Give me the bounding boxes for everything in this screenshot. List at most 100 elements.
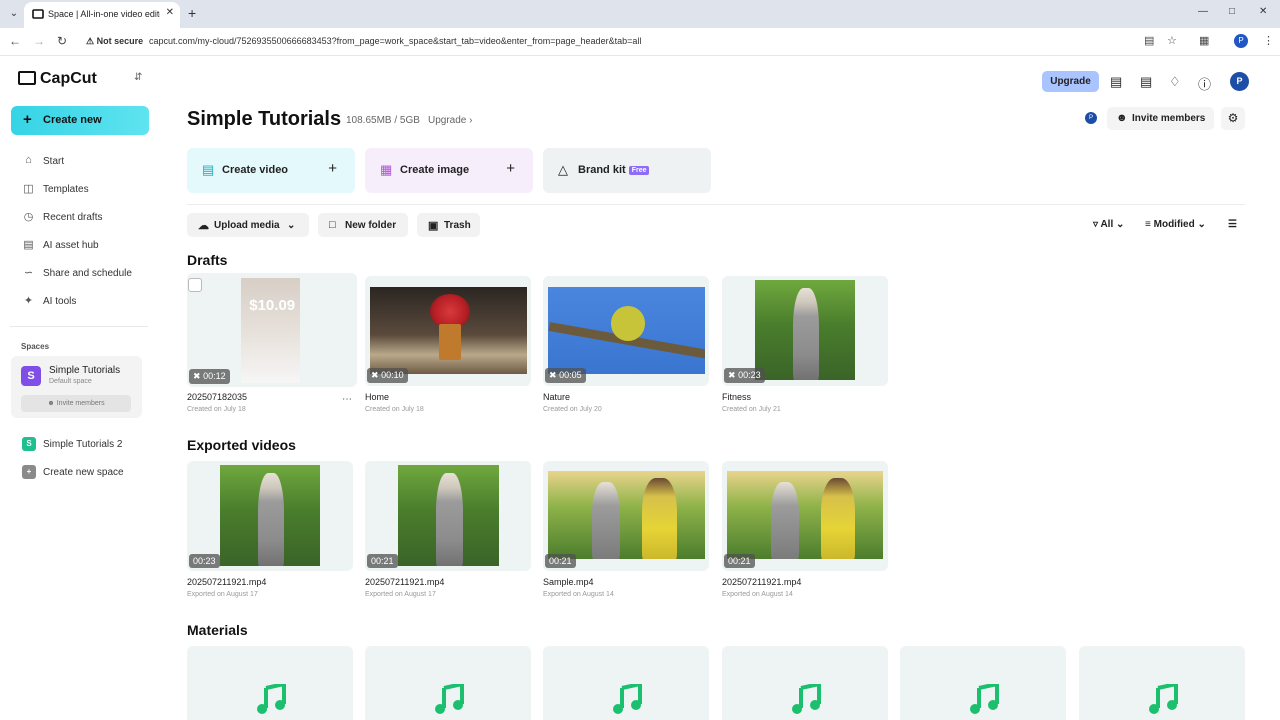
desktop-app-icon[interactable]: ▤ xyxy=(1110,74,1122,90)
exported-card[interactable]: 00:21 xyxy=(365,461,531,571)
omnibox[interactable]: ⚠ Not secure capcut.com/my-cloud/7526935… xyxy=(80,31,1130,53)
switch-chevron-icon[interactable]: ⇵ xyxy=(134,72,142,83)
trash-icon: ▣ xyxy=(428,220,439,232)
image-icon: ▦ xyxy=(380,162,393,177)
draft-thumbnail xyxy=(755,280,855,380)
select-checkbox[interactable] xyxy=(188,278,202,292)
draft-card[interactable]: $10.09 ✖ 00:12 xyxy=(187,273,357,387)
exported-name[interactable]: 202507211921.mp4 xyxy=(365,577,444,587)
material-card[interactable] xyxy=(1079,646,1245,720)
help-icon[interactable]: ⓘ xyxy=(1198,74,1211,93)
create-new-button[interactable]: + Create new xyxy=(11,106,149,135)
film-icon: ▤ xyxy=(202,162,215,177)
upgrade-button[interactable]: Upgrade xyxy=(1042,71,1099,92)
new-folder-button[interactable]: □ New folder xyxy=(318,213,408,237)
draft-name[interactable]: Nature xyxy=(543,392,570,402)
space-invite-button[interactable]: ☻ Invite members xyxy=(21,395,131,412)
brand-kit-card[interactable]: △ Brand kit Free xyxy=(543,148,711,193)
music-note-icon xyxy=(257,684,286,714)
tab-close-icon[interactable]: ✕ xyxy=(166,7,174,18)
browser-tab[interactable]: Space | All-in-one video editor ✕ xyxy=(24,2,180,28)
plus-icon: + xyxy=(506,160,515,177)
draft-name[interactable]: 202507182035 xyxy=(187,392,247,402)
filter-icon: ▿ xyxy=(1093,219,1099,230)
exported-name[interactable]: 202507211921.mp4 xyxy=(187,577,266,587)
close-window-icon[interactable]: ✕ xyxy=(1259,6,1267,17)
current-space-card[interactable]: S Simple Tutorials Default space ☻ Invit… xyxy=(11,356,142,418)
draft-name[interactable]: Fitness xyxy=(722,392,751,402)
exported-date: Exported on August 17 xyxy=(187,591,258,598)
create-image-card[interactable]: ▦ Create image + xyxy=(365,148,533,193)
draft-name[interactable]: Home xyxy=(365,392,389,402)
plus-icon: + xyxy=(23,111,32,128)
browser-profile-avatar[interactable]: P xyxy=(1234,34,1248,48)
exported-videos-heading: Exported videos xyxy=(187,437,296,453)
exported-card[interactable]: 00:21 xyxy=(722,461,888,571)
draft-card[interactable]: ✖ 00:10 xyxy=(365,276,531,386)
folder-icon: □ xyxy=(329,219,336,231)
sidebar-item-recent-drafts[interactable]: ◷ Recent drafts xyxy=(22,208,152,228)
invite-members-button[interactable]: ☻ Invite members xyxy=(1107,107,1214,130)
forward-icon[interactable]: → xyxy=(33,34,45,48)
sidebar-item-share-schedule[interactable]: ∽ Share and schedule xyxy=(22,264,152,284)
sidebar-item-start[interactable]: ⌂ Start xyxy=(22,152,152,172)
extensions-icon[interactable]: ▦ xyxy=(1199,34,1209,47)
trash-button[interactable]: ▣ Trash xyxy=(417,213,480,237)
space-settings-icon[interactable]: ⚙ xyxy=(1221,107,1245,130)
cast-icon[interactable]: ▤ xyxy=(1144,34,1154,47)
capcut-logo-icon xyxy=(18,71,36,85)
draft-card[interactable]: ✖ 00:05 xyxy=(543,276,709,386)
material-card[interactable] xyxy=(365,646,531,720)
music-note-icon xyxy=(1149,684,1178,714)
list-view-icon[interactable]: ☰ xyxy=(1228,219,1237,230)
plus-icon: + xyxy=(22,465,36,479)
material-card[interactable] xyxy=(187,646,353,720)
maximize-icon[interactable]: □ xyxy=(1229,6,1235,17)
material-card[interactable] xyxy=(722,646,888,720)
material-card[interactable] xyxy=(900,646,1066,720)
draft-card[interactable]: ✖ 00:23 xyxy=(722,276,888,386)
tab-list-chevron-icon[interactable]: ⌄ xyxy=(6,6,22,22)
exported-thumbnail xyxy=(727,471,883,559)
sidebar-item-ai-asset-hub[interactable]: ▤ AI asset hub xyxy=(22,236,152,256)
member-avatar: P xyxy=(1085,112,1097,124)
user-avatar[interactable]: P xyxy=(1230,72,1249,91)
upload-media-button[interactable]: ☁ Upload media ⌄ xyxy=(187,213,309,237)
bookmark-star-icon[interactable]: ☆ xyxy=(1167,34,1177,47)
material-card[interactable] xyxy=(543,646,709,720)
share-icon: ∽ xyxy=(23,267,34,279)
address-bar: ← → ↻ ⚠ Not secure capcut.com/my-cloud/7… xyxy=(0,28,1280,56)
sidebar-item-ai-tools[interactable]: ✦ AI tools xyxy=(22,292,152,312)
sparkle-icon: ✦ xyxy=(23,295,34,307)
minimize-icon[interactable]: — xyxy=(1198,6,1208,17)
sort-dropdown[interactable]: ≡ Modified ⌄ xyxy=(1145,219,1206,230)
header-divider xyxy=(187,204,1245,205)
duration-badge: ✖ 00:23 xyxy=(724,368,765,383)
more-options-icon[interactable]: ⋯ xyxy=(342,394,352,405)
back-icon[interactable]: ← xyxy=(9,34,21,48)
inbox-icon[interactable]: ▤ xyxy=(1140,74,1152,90)
storage-usage: 108.65MB / 5GB xyxy=(346,115,420,126)
exported-name[interactable]: Sample.mp4 xyxy=(543,577,594,587)
filter-dropdown[interactable]: ▿ All ⌄ xyxy=(1093,219,1124,230)
duration-badge: 00:21 xyxy=(724,554,755,568)
exported-thumbnail xyxy=(398,465,499,566)
bell-icon[interactable]: ♢ xyxy=(1169,74,1181,90)
exported-name[interactable]: 202507211921.mp4 xyxy=(722,577,801,587)
exported-card[interactable]: 00:23 xyxy=(187,461,353,571)
browser-tab-bar: ⌄ Space | All-in-one video editor ✕ + — … xyxy=(0,0,1280,28)
storage-upgrade-link[interactable]: Upgrade › xyxy=(428,115,472,126)
url-text[interactable]: capcut.com/my-cloud/7526935500666683453?… xyxy=(149,36,641,46)
not-secure-label[interactable]: ⚠ Not secure xyxy=(86,36,143,47)
new-tab-icon[interactable]: + xyxy=(188,5,196,21)
exported-card[interactable]: 00:21 xyxy=(543,461,709,571)
create-video-card[interactable]: ▤ Create video + xyxy=(187,148,355,193)
sidebar: CapCut ⇵ + Create new ⌂ Start ◫ Template… xyxy=(0,57,160,720)
chevron-down-icon: ⌄ xyxy=(1116,219,1125,230)
browser-menu-icon[interactable]: ⋮ xyxy=(1263,34,1274,47)
cloud-upload-icon: ☁ xyxy=(198,220,209,232)
capcut-logo[interactable]: CapCut xyxy=(18,70,97,88)
sidebar-item-templates[interactable]: ◫ Templates xyxy=(22,180,152,200)
reload-icon[interactable]: ↻ xyxy=(57,34,67,48)
spaces-heading: Spaces xyxy=(21,342,50,351)
